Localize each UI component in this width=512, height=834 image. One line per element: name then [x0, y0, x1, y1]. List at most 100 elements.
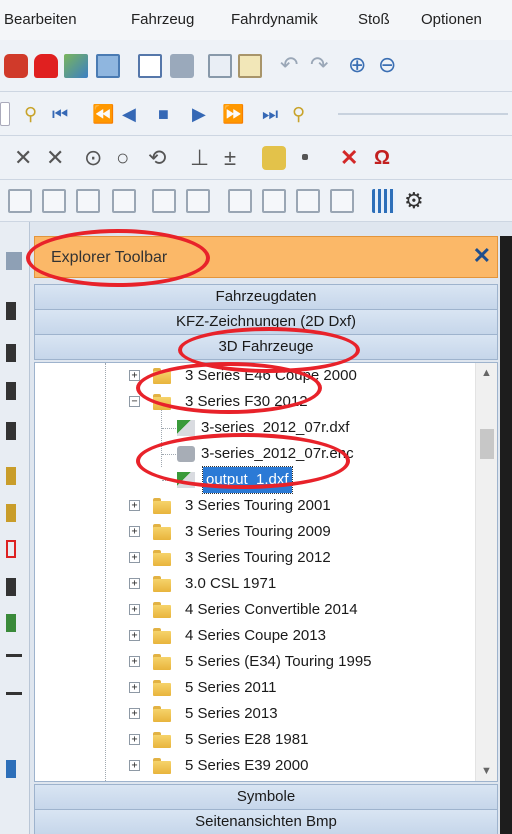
expand-icon[interactable]: +	[129, 630, 140, 641]
copy-icon[interactable]	[208, 54, 232, 78]
section-fahrzeugdaten[interactable]: Fahrzeugdaten	[34, 284, 498, 310]
tree-item[interactable]: + 3.0 CSL 1971	[35, 571, 475, 597]
grid-icon[interactable]	[372, 189, 396, 213]
tool-icon[interactable]	[6, 504, 16, 522]
expand-icon[interactable]: +	[129, 656, 140, 667]
collapse-icon[interactable]: −	[129, 396, 140, 407]
expand-icon[interactable]: +	[129, 760, 140, 771]
layer-icon[interactable]	[152, 189, 176, 213]
last-key-icon[interactable]: ⚲	[292, 102, 316, 126]
rotate-circle-icon[interactable]: ⟲	[148, 146, 172, 170]
tool-icon[interactable]	[6, 654, 22, 657]
layer-icon[interactable]	[186, 189, 210, 213]
timeline-slider[interactable]	[338, 113, 508, 115]
zoom-in-icon[interactable]: ⊕	[348, 54, 372, 78]
cross-icon[interactable]: ✕	[46, 146, 70, 170]
tool-icon[interactable]	[6, 467, 16, 485]
scrollbar-thumb[interactable]	[480, 429, 494, 459]
expand-icon[interactable]: +	[129, 500, 140, 511]
grid-plus-icon[interactable]	[228, 189, 252, 213]
tree-item[interactable]: + 4 Series Coupe 2013	[35, 623, 475, 649]
tree-item[interactable]: 3-series_2012_07r.enc	[35, 441, 475, 467]
section-symbole[interactable]: Symbole	[34, 784, 498, 810]
undo-icon[interactable]: ↶	[280, 54, 304, 78]
tree-item[interactable]: + 3 Series Touring 2001	[35, 493, 475, 519]
scroll-up-icon[interactable]: ▲	[481, 367, 492, 379]
tree-item[interactable]: + 5 Series (E34) Touring 1995	[35, 649, 475, 675]
tree-item[interactable]: + 3 Series Touring 2009	[35, 519, 475, 545]
cross-icon[interactable]: ✕	[14, 146, 38, 170]
section-3d-fahrzeuge[interactable]: 3D Fahrzeuge	[34, 334, 498, 360]
layer-icon[interactable]	[42, 189, 66, 213]
point-icon[interactable]	[302, 154, 308, 160]
section-kfz-zeichnungen[interactable]: KFZ-Zeichnungen (2D Dxf)	[34, 309, 498, 335]
tool-icon[interactable]	[6, 344, 16, 362]
expand-icon[interactable]: +	[129, 682, 140, 693]
close-icon[interactable]: ✕	[473, 243, 491, 269]
circle-icon[interactable]: ○	[116, 146, 140, 170]
step-back-icon[interactable]: ◀	[122, 102, 146, 126]
square-icon[interactable]	[262, 189, 286, 213]
tree-item[interactable]: + 5 Series 2013	[35, 701, 475, 727]
tool-icon[interactable]	[6, 252, 22, 270]
menu-optionen[interactable]: Optionen	[421, 11, 482, 28]
tree-scrollbar[interactable]: ▲ ▼	[475, 363, 497, 781]
expand-icon[interactable]: +	[129, 734, 140, 745]
gear-icon[interactable]: ⚙	[404, 189, 428, 213]
tree-item[interactable]: 3-series_2012_07r.dxf	[35, 415, 475, 441]
tree-item[interactable]: + 5 Series 2011	[35, 675, 475, 701]
tree-item[interactable]: + 4 Series Convertible 2014	[35, 597, 475, 623]
tool-icon[interactable]	[6, 382, 16, 400]
scroll-down-icon[interactable]: ▼	[481, 765, 492, 777]
stop-icon[interactable]: ■	[158, 102, 182, 126]
tool-icon[interactable]	[6, 760, 16, 778]
expand-icon[interactable]: +	[129, 370, 140, 381]
tool-icon[interactable]	[6, 422, 16, 440]
tool-icon[interactable]	[6, 614, 16, 632]
paste-icon[interactable]	[238, 54, 262, 78]
dropdown-arrow-icon[interactable]	[0, 102, 10, 126]
tool-icon[interactable]	[6, 302, 16, 320]
menu-fahrdynamik[interactable]: Fahrdynamik	[231, 11, 318, 28]
red-cross-icon[interactable]: ✕	[340, 146, 364, 170]
tree-item[interactable]: + 5 Series E39 2000	[35, 753, 475, 779]
expand-icon[interactable]: +	[129, 526, 140, 537]
tree-item[interactable]: − 3 Series F30 2012	[35, 389, 475, 415]
play-icon[interactable]: ▶	[192, 102, 216, 126]
magnet-icon[interactable]: Ω	[374, 146, 398, 170]
section-seitenansichten[interactable]: Seitenansichten Bmp	[34, 809, 498, 834]
tool-icon[interactable]	[6, 540, 16, 558]
chart-edit-icon[interactable]	[64, 54, 88, 78]
menu-bearbeiten[interactable]: Bearbeiten	[4, 11, 77, 28]
image-icon[interactable]	[96, 54, 120, 78]
tree-item[interactable]: + 5 Series E28 1981	[35, 727, 475, 753]
zoom-out-icon[interactable]: ⊖	[378, 54, 402, 78]
expand-icon[interactable]: +	[129, 552, 140, 563]
expand-icon[interactable]: +	[129, 578, 140, 589]
skip-start-icon[interactable]: ⏮	[52, 102, 76, 126]
red-car-icon[interactable]	[34, 54, 58, 78]
plus-minus-icon[interactable]: ±	[224, 146, 248, 170]
expand-icon[interactable]: +	[129, 604, 140, 615]
menu-fahrzeug[interactable]: Fahrzeug	[131, 11, 194, 28]
tool-icon[interactable]	[6, 692, 22, 695]
print-preview-icon[interactable]	[138, 54, 162, 78]
tool-icon[interactable]	[6, 578, 16, 596]
rewind-icon[interactable]: ⏪	[92, 102, 116, 126]
circle-icon[interactable]: ⊙	[84, 146, 108, 170]
measure-icon[interactable]	[262, 146, 286, 170]
open-car-icon[interactable]	[4, 54, 28, 78]
square-icon[interactable]	[296, 189, 320, 213]
redo-icon[interactable]: ↷	[310, 54, 334, 78]
move-icon[interactable]	[330, 189, 354, 213]
tree-item[interactable]: + 3 Series E46 Coupe 2000	[35, 363, 475, 389]
tree-item[interactable]: + 3 Series Touring 2012	[35, 545, 475, 571]
menu-stoss[interactable]: Stoß	[358, 11, 390, 28]
layer-icon[interactable]	[76, 189, 100, 213]
print-icon[interactable]	[170, 54, 194, 78]
layer-icon[interactable]	[112, 189, 136, 213]
layer-icon[interactable]	[8, 189, 32, 213]
skip-end-icon[interactable]: ⏭	[262, 102, 286, 126]
tree-item-selected[interactable]: output_1.dxf	[35, 466, 475, 494]
expand-icon[interactable]: +	[129, 708, 140, 719]
